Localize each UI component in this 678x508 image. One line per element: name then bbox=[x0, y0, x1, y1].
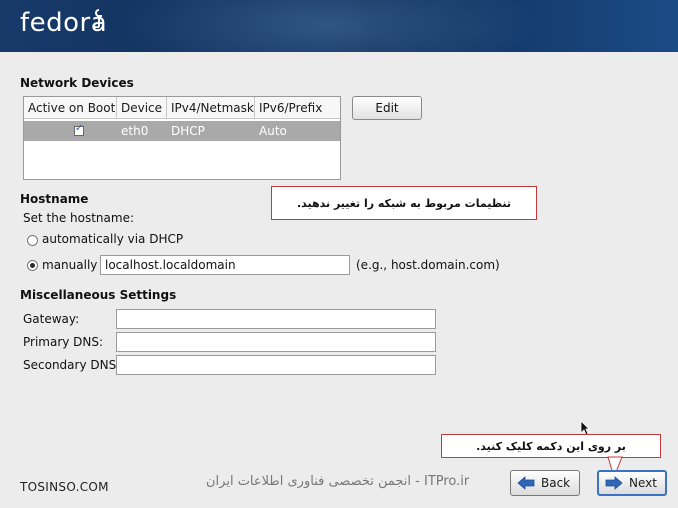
back-button[interactable]: Back bbox=[510, 470, 580, 496]
auto-dhcp-label[interactable]: automatically via DHCP bbox=[42, 232, 183, 246]
secondary-dns-label: Secondary DNS: bbox=[23, 358, 121, 372]
back-button-label: Back bbox=[541, 476, 571, 490]
next-button[interactable]: Next bbox=[597, 470, 667, 496]
gateway-input[interactable] bbox=[116, 309, 436, 329]
next-button-label: Next bbox=[629, 476, 657, 490]
network-devices-table[interactable]: Active on Boot Device IPv4/Netmask IPv6/… bbox=[23, 96, 341, 180]
ipv6-cell: Auto bbox=[259, 124, 287, 138]
arrow-right-icon bbox=[605, 476, 623, 490]
hostname-title: Hostname bbox=[20, 192, 89, 206]
hostname-example: (e.g., host.domain.com) bbox=[356, 258, 500, 272]
misc-settings-title: Miscellaneous Settings bbox=[20, 288, 177, 302]
ipv4-cell: DHCP bbox=[171, 124, 205, 138]
itpro-watermark: ITPro.ir - انجمن تخصصی فناوری اطلاعات ای… bbox=[206, 474, 470, 489]
manual-radio[interactable] bbox=[27, 260, 38, 271]
fedora-infinity-icon bbox=[93, 9, 102, 28]
active-on-boot-checkbox[interactable] bbox=[74, 123, 84, 136]
set-hostname-label: Set the hostname: bbox=[23, 211, 135, 225]
col-ipv6[interactable]: IPv6/Prefix bbox=[255, 97, 340, 118]
header-glow bbox=[120, 0, 540, 52]
header-banner: fedora bbox=[0, 0, 678, 52]
primary-dns-label: Primary DNS: bbox=[23, 335, 104, 349]
col-device[interactable]: Device bbox=[117, 97, 167, 118]
device-cell: eth0 bbox=[121, 124, 149, 138]
primary-dns-input[interactable] bbox=[116, 332, 436, 352]
col-ipv4[interactable]: IPv4/Netmask bbox=[167, 97, 255, 118]
col-active-on-boot[interactable]: Active on Boot bbox=[24, 97, 117, 118]
arrow-left-icon bbox=[517, 476, 535, 490]
auto-dhcp-radio[interactable] bbox=[27, 235, 38, 246]
network-devices-title: Network Devices bbox=[20, 76, 134, 90]
active-on-boot-cell bbox=[24, 121, 117, 141]
secondary-dns-input[interactable] bbox=[116, 355, 436, 375]
table-header: Active on Boot Device IPv4/Netmask IPv6/… bbox=[24, 97, 340, 119]
next-hint-callout: بر روی این دکمه کلیک کنید. bbox=[441, 434, 661, 458]
gateway-label: Gateway: bbox=[23, 312, 80, 326]
manual-label[interactable]: manually bbox=[42, 258, 97, 272]
edit-button[interactable]: Edit bbox=[352, 96, 422, 120]
tosinso-logo: TOSINSO.COM bbox=[20, 480, 109, 494]
network-warning-callout: تنظیمات مربوط به شبکه را تغییر ندهید. bbox=[271, 186, 537, 220]
table-row[interactable]: eth0 DHCP Auto bbox=[24, 121, 340, 141]
hostname-input[interactable]: localhost.localdomain bbox=[100, 255, 350, 275]
